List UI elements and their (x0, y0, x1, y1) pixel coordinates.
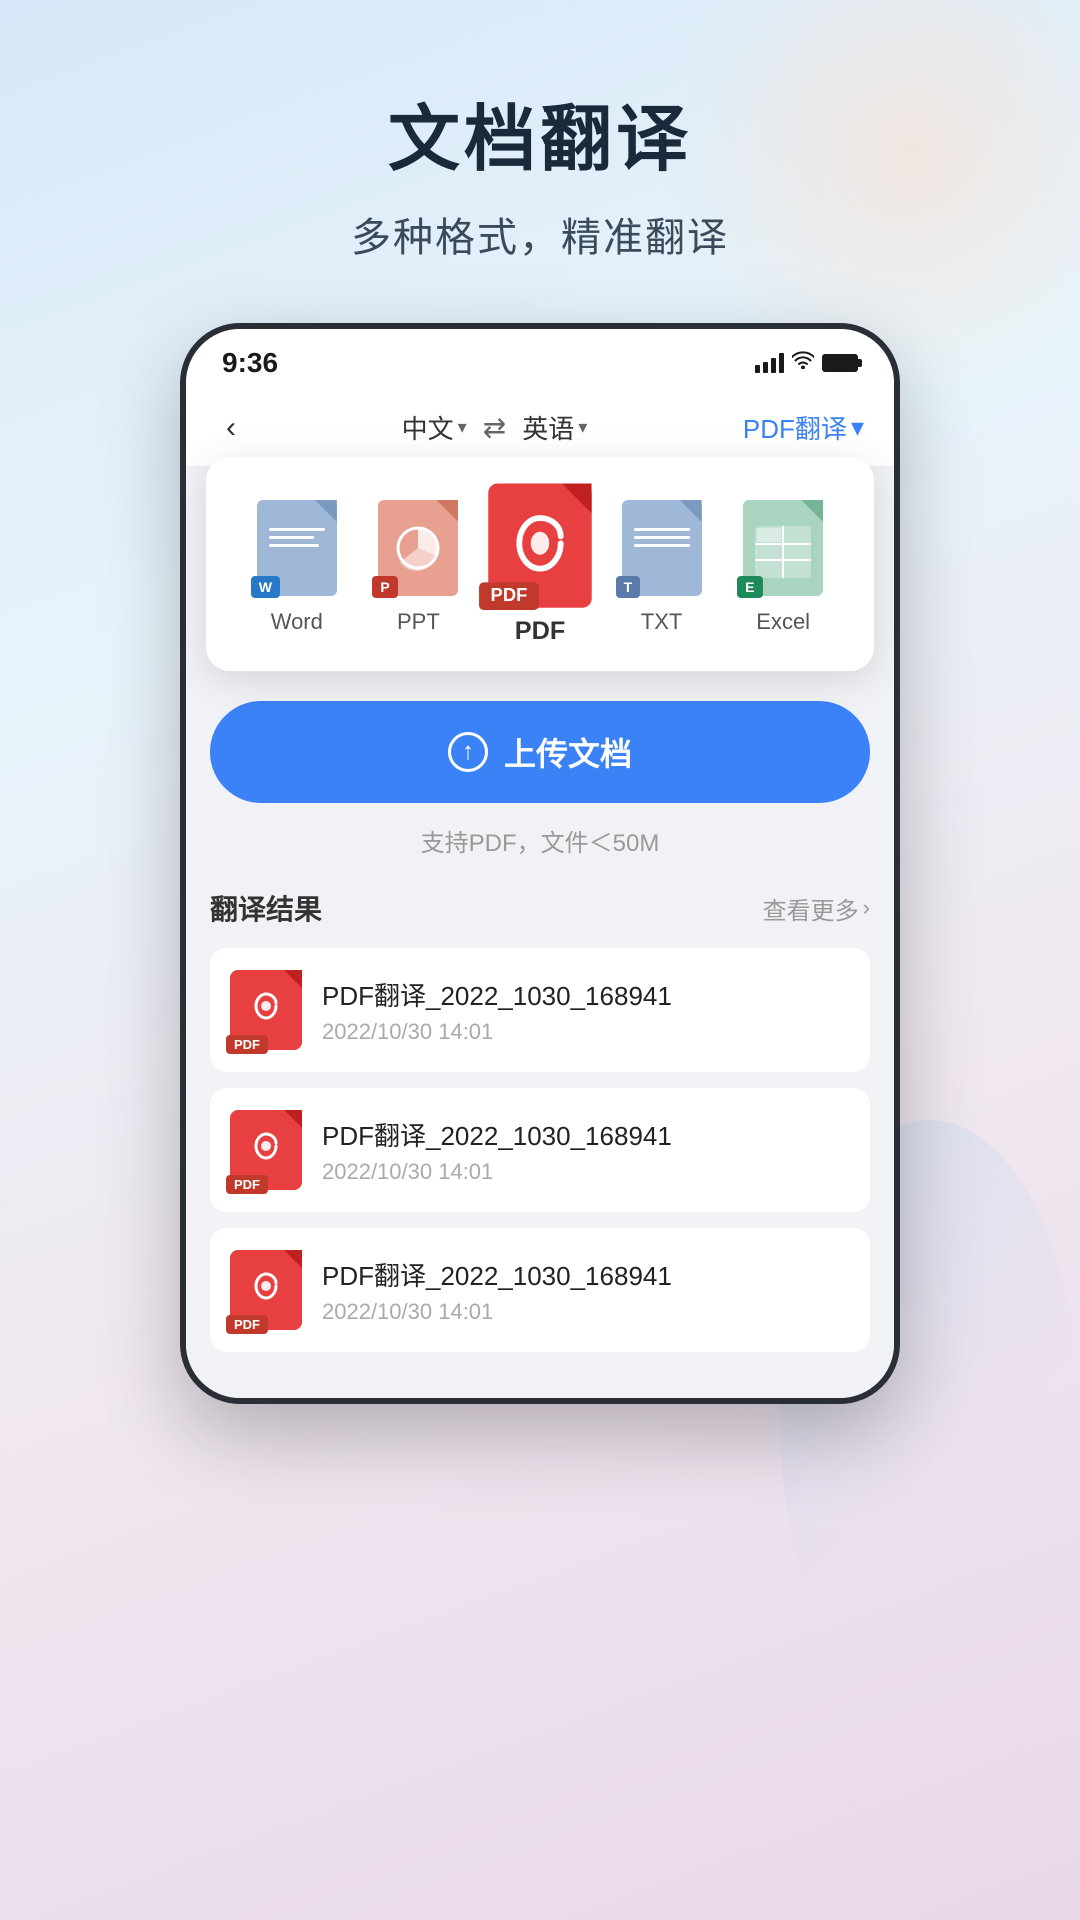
result-item[interactable]: PDF PDF翻译_2022_1030_168941 2022/10/30 14… (210, 1228, 870, 1352)
chevron-right-icon: › (863, 895, 870, 921)
format-pdf[interactable]: PDF PDF (482, 482, 597, 645)
word-badge: W (251, 576, 280, 598)
wifi-icon (792, 351, 814, 375)
nav-bar: ‹ 中文 ▾ ⇄ 英语 ▾ PDF翻译 ▾ (186, 389, 894, 467)
status-icons (755, 351, 858, 375)
back-button[interactable]: ‹ (216, 411, 246, 445)
result-info: PDF翻译_2022_1030_168941 2022/10/30 14:01 (322, 976, 850, 1045)
source-lang-button[interactable]: 中文 ▾ (402, 409, 467, 446)
upload-button[interactable]: ↑ 上传文档 (210, 701, 870, 803)
sub-title: 多种格式，精准翻译 (351, 205, 729, 263)
excel-badge: E (737, 576, 762, 598)
result-info: PDF翻译_2022_1030_168941 2022/10/30 14:01 (322, 1116, 850, 1185)
result-pdf-icon: PDF (230, 1110, 302, 1190)
result-date: 2022/10/30 14:01 (322, 1019, 850, 1045)
phone-main-content: ↑ 上传文档 支持PDF，文件＜50M 翻译结果 查看更多 › (186, 671, 894, 1398)
result-filename: PDF翻译_2022_1030_168941 (322, 1116, 850, 1153)
target-lang-button[interactable]: 英语 ▾ (522, 409, 587, 446)
results-more-button[interactable]: 查看更多 › (763, 891, 870, 926)
signal-icon (755, 353, 784, 373)
main-title: 文档翻译 (388, 80, 692, 185)
result-pdf-icon: PDF (230, 1250, 302, 1330)
ppt-badge: P (372, 576, 397, 598)
format-pdf-label: PDF (515, 616, 566, 646)
results-title: 翻译结果 (210, 888, 322, 928)
results-header: 翻译结果 查看更多 › (210, 888, 870, 928)
result-item[interactable]: PDF PDF翻译_2022_1030_168941 2022/10/30 14… (210, 948, 870, 1072)
result-filename: PDF翻译_2022_1030_168941 (322, 976, 850, 1013)
result-pdf-badge: PDF (226, 1175, 268, 1194)
result-item[interactable]: PDF PDF翻译_2022_1030_168941 2022/10/30 14… (210, 1088, 870, 1212)
pdf-badge: PDF (479, 582, 539, 610)
battery-icon (822, 354, 858, 372)
pdf-translate-button[interactable]: PDF翻译 ▾ (743, 409, 864, 446)
format-excel-label: Excel (756, 609, 810, 635)
status-time: 9:36 (222, 347, 278, 379)
result-filename: PDF翻译_2022_1030_168941 (322, 1256, 850, 1293)
result-date: 2022/10/30 14:01 (322, 1299, 850, 1325)
result-pdf-badge: PDF (226, 1315, 268, 1334)
swap-lang-button[interactable]: ⇄ (483, 411, 506, 444)
format-txt-label: TXT (641, 609, 683, 635)
format-txt[interactable]: T TXT (612, 493, 712, 635)
result-info: PDF翻译_2022_1030_168941 2022/10/30 14:01 (322, 1256, 850, 1325)
upload-icon: ↑ (448, 732, 488, 772)
format-ppt-label: PPT (397, 609, 440, 635)
result-pdf-badge: PDF (226, 1035, 268, 1054)
file-hint: 支持PDF，文件＜50M (210, 823, 870, 858)
format-popup: W Word P (206, 457, 874, 671)
status-bar: 9:36 (186, 329, 894, 389)
result-pdf-icon: PDF (230, 970, 302, 1050)
format-ppt[interactable]: P PPT (368, 493, 468, 635)
txt-badge: T (616, 576, 641, 598)
format-excel[interactable]: E Excel (733, 493, 833, 635)
format-word[interactable]: W Word (247, 493, 347, 635)
format-word-label: Word (271, 609, 323, 635)
result-date: 2022/10/30 14:01 (322, 1159, 850, 1185)
phone-mockup: 9:36 (180, 323, 900, 1404)
